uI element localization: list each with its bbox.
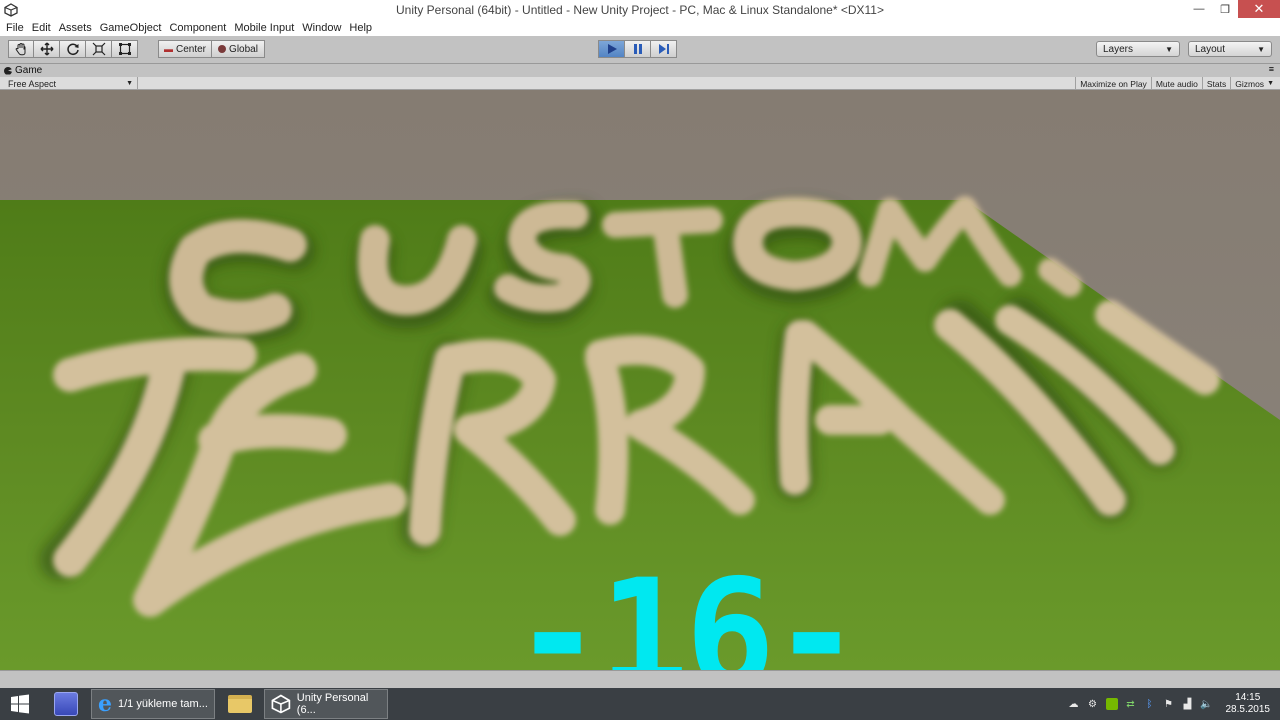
action-center-flag-icon[interactable]: ⚑ [1163,698,1175,710]
layout-label: Layout [1195,43,1226,55]
pause-button[interactable] [625,40,651,58]
window-title: Unity Personal (64bit) - Untitled - New … [396,3,884,17]
title-bar: Unity Personal (64bit) - Untitled - New … [0,0,1280,20]
menu-edit[interactable]: Edit [28,22,55,34]
unity-logo-icon [271,694,291,714]
mute-audio-toggle[interactable]: Mute audio [1150,77,1202,90]
taskbar-item-label: 1/1 yükleme tam... [118,698,208,710]
tab-bar: Game ≡ [0,64,1280,77]
hand-icon [15,43,26,56]
episode-number-overlay: -16- [512,548,861,670]
layers-label: Layers [1103,43,1134,55]
taskbar-item-label: Unity Personal (6... [296,692,369,716]
taskbar-app-internet-explorer[interactable]: e 1/1 yükleme tam... [91,689,215,719]
menu-component[interactable]: Component [165,22,230,34]
game-viewport[interactable]: -16- [0,90,1280,670]
pivot-controls: ▬ Center Global [158,40,265,58]
internet-explorer-icon: e [98,691,112,717]
menu-gameobject[interactable]: GameObject [96,22,166,34]
volume-icon[interactable]: 🔈 [1200,698,1212,710]
rect-tool-button[interactable] [112,40,138,58]
chevron-down-icon: ▼ [126,80,133,87]
nvidia-icon[interactable] [1105,698,1118,710]
chevron-down-icon: ▼ [1267,80,1274,87]
bluetooth-icon[interactable]: ᛒ [1144,698,1156,710]
rotate-tool-button[interactable] [60,40,86,58]
close-button[interactable]: ✕ [1238,0,1280,18]
scale-tool-button[interactable] [86,40,112,58]
pivot-label: Center [175,43,206,55]
panel-menu-icon[interactable]: ≡ [1269,64,1274,74]
unity-logo-icon [4,3,18,17]
menu-bar: File Edit Assets GameObject Component Mo… [0,20,1280,36]
globe-icon [218,45,227,53]
recorder-app-icon [54,692,78,716]
menu-assets[interactable]: Assets [55,22,96,34]
taskbar-app-file-explorer[interactable] [222,689,258,719]
maximize-button[interactable]: ❐ [1212,0,1238,18]
taskbar: e 1/1 yükleme tam... Unity Personal (6..… [0,688,1280,720]
play-icon [607,44,617,54]
tab-game[interactable]: Game [4,64,42,77]
stats-toggle[interactable]: Stats [1201,77,1230,90]
pivot-center-button[interactable]: ▬ Center [158,40,212,58]
rect-icon [118,43,131,55]
folder-icon [228,695,252,713]
aspect-label: Free Aspect [8,78,57,89]
rotate-icon [66,43,79,56]
play-button[interactable] [598,40,625,58]
minimize-button[interactable]: — [1186,0,1212,18]
pause-icon [633,44,642,54]
clock-date: 28.5.2015 [1225,704,1271,715]
menu-help[interactable]: Help [345,22,376,34]
taskbar-app-unity[interactable]: Unity Personal (6... [264,689,388,719]
wifi-tool-icon[interactable]: ⚙ [1087,698,1099,710]
layers-dropdown[interactable]: Layers ▼ [1096,41,1180,57]
tab-game-label: Game [15,65,43,76]
gizmos-dropdown[interactable]: Gizmos ▼ [1230,77,1278,90]
maximize-on-play-toggle[interactable]: Maximize on Play [1075,77,1151,90]
playback-controls [598,40,677,58]
chevron-down-icon: ▼ [1165,44,1173,54]
layout-dropdown[interactable]: Layout ▼ [1188,41,1272,57]
menu-file[interactable]: File [2,22,28,34]
step-icon [658,44,669,54]
network-adapter-icon[interactable]: ⇄ [1125,698,1137,710]
cloud-icon[interactable]: ☁ [1068,698,1080,710]
clock[interactable]: 14:15 28.5.2015 [1226,692,1271,716]
hand-tool-button[interactable] [8,40,34,58]
menu-window[interactable]: Window [298,22,345,34]
signal-strength-icon[interactable]: ▟ [1182,698,1194,710]
game-view-toolbar: Free Aspect ▼ Maximize on Play Mute audi… [0,77,1280,90]
menu-mobile-input[interactable]: Mobile Input [230,22,298,34]
main-toolbar: ▬ Center Global Layers ▼ Layout ▼ [0,36,1280,64]
step-button[interactable] [651,40,677,58]
move-tool-button[interactable] [34,40,60,58]
taskbar-app-screen-recorder[interactable] [48,689,84,719]
pivot-icon: ▬ [163,44,173,54]
aspect-dropdown[interactable]: Free Aspect ▼ [0,77,138,90]
scale-icon [92,42,105,56]
start-button[interactable] [0,688,40,720]
chevron-down-icon: ▼ [1257,44,1265,54]
windows-logo-icon [11,694,29,714]
space-label: Global [229,43,258,55]
space-global-button[interactable]: Global [212,40,265,58]
move-icon [40,42,53,56]
transform-tools [8,40,138,58]
gizmos-label: Gizmos [1235,78,1265,89]
clock-time: 14:15 [1235,692,1261,703]
status-bar [0,670,1280,688]
system-tray: ☁ ⚙ ⇄ ᛒ ⚑ ▟ 🔈 14:15 28.5.2015 [1068,688,1280,720]
pacman-icon [4,66,12,75]
